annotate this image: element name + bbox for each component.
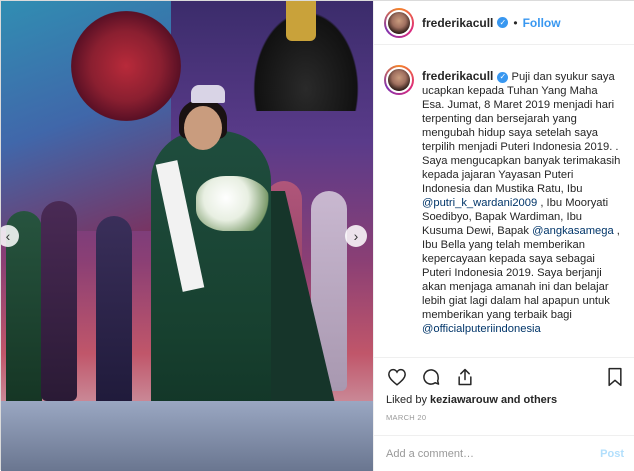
mention-link[interactable]: @angkasamega (532, 225, 614, 237)
verified-check-icon: ✓ (497, 17, 509, 28)
caption-text-segment: Puji dan syukur saya ucapkan kepada Tuha… (422, 71, 619, 153)
post-comment-button[interactable]: Post (600, 448, 624, 460)
likes-summary: Liked by keziawarouw and others (386, 394, 557, 406)
likes-prefix: Liked by (386, 394, 431, 406)
queen-face (184, 106, 222, 150)
caption-text-segment: Saya mengucapkan banyak terimakasih kepa… (422, 155, 621, 195)
follow-button[interactable]: Follow (523, 16, 561, 30)
comment-box: Post (374, 435, 634, 471)
verified-check-icon: ✓ (497, 71, 509, 83)
instagram-post: ‹ › frederikacull ✓ • Follow frederikacu… (0, 0, 634, 471)
comment-button[interactable] (420, 366, 442, 388)
trophy-figure (286, 1, 316, 41)
stage-flower-ornament (71, 11, 181, 121)
likes-suffix[interactable]: and others (498, 394, 557, 406)
separator-dot: • (513, 15, 518, 30)
avatar[interactable] (384, 7, 414, 38)
caption-body: Puji dan syukur saya ucapkan kepada Tuha… (422, 71, 620, 335)
caption-username[interactable]: frederikacull (422, 69, 493, 83)
divider (374, 357, 634, 358)
share-button[interactable] (454, 366, 476, 388)
avatar-image (386, 9, 412, 36)
post-header: frederikacull ✓ • Follow (374, 1, 634, 45)
post-photo[interactable]: ‹ › (1, 1, 373, 471)
comment-icon (423, 369, 440, 385)
stage-floor (1, 401, 373, 471)
caption-text-segment: , Ibu Bella yang telah memberikan keperc… (422, 225, 620, 321)
share-icon (458, 368, 472, 386)
flower-bouquet (196, 176, 271, 231)
header-username[interactable]: frederikacull (422, 16, 493, 30)
caption-text: frederikacull ✓ Puji dan syukur saya ucap… (422, 69, 622, 353)
contestant-figure (41, 201, 77, 401)
bookmark-icon (608, 367, 622, 387)
liked-by-user[interactable]: keziawarouw (430, 394, 498, 406)
caption-avatar[interactable] (384, 65, 414, 95)
like-button[interactable] (386, 366, 408, 388)
next-image-button[interactable]: › (345, 225, 367, 247)
post-date[interactable]: MARCH 20 (386, 413, 426, 422)
mention-link[interactable]: @putri_k_wardani2009 (422, 197, 537, 209)
contestant-figure (96, 216, 132, 406)
chevron-right-icon: › (353, 228, 359, 244)
crown (191, 85, 225, 103)
save-button[interactable] (604, 366, 626, 388)
chevron-left-icon: ‹ (5, 228, 11, 244)
avatar-image (386, 67, 412, 93)
post-actions (386, 365, 626, 389)
comment-input[interactable] (386, 447, 601, 460)
caption-area: frederikacull ✓ Puji dan syukur saya ucap… (384, 53, 630, 353)
mention-link[interactable]: @officialputeriindonesia (422, 323, 541, 335)
heart-icon (388, 368, 406, 386)
post-sidebar: frederikacull ✓ • Follow frederikacull ✓ … (373, 1, 634, 471)
